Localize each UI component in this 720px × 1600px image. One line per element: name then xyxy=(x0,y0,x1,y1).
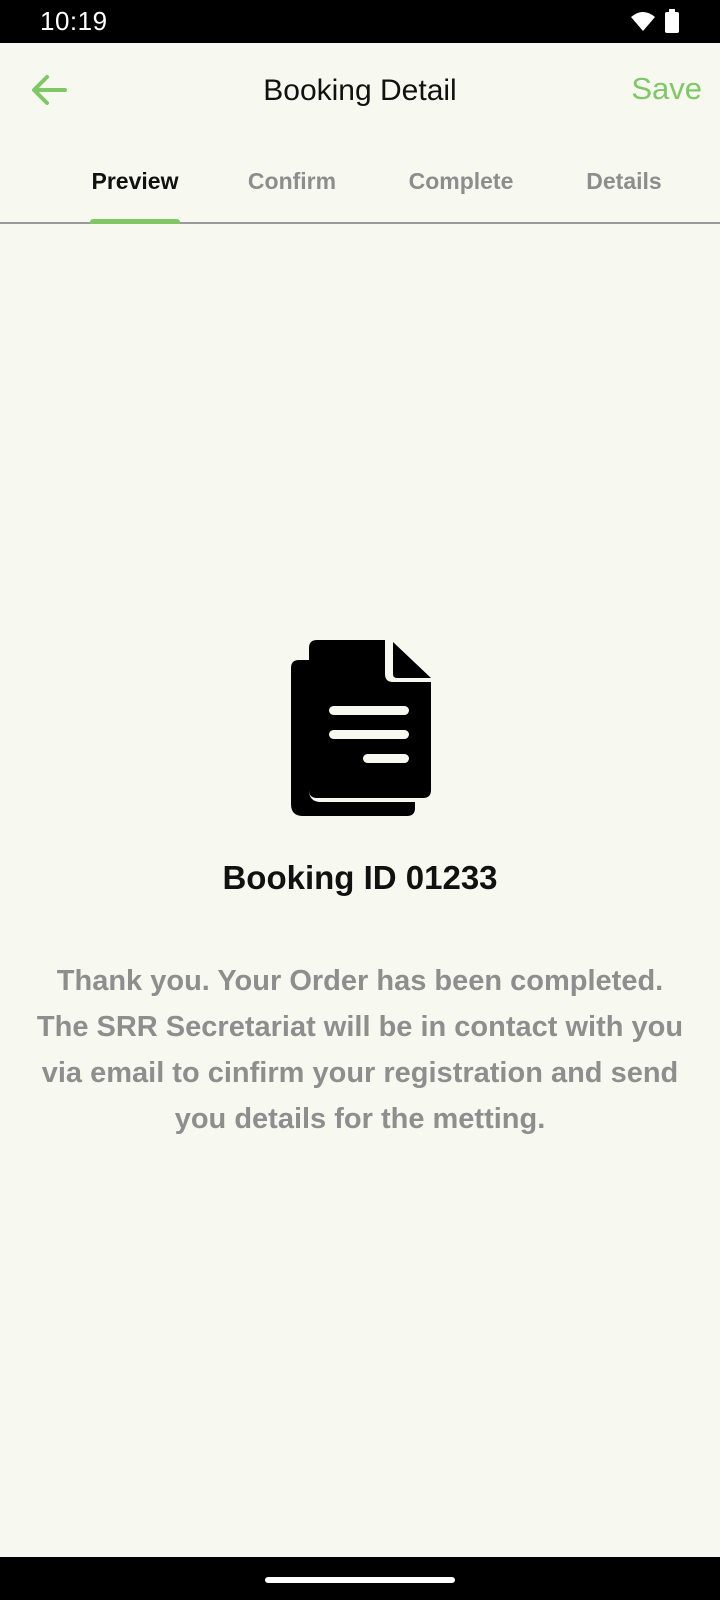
tab-label: Complete xyxy=(408,168,514,194)
battery-icon xyxy=(664,9,680,38)
tab-label: Preview xyxy=(91,168,179,194)
status-time: 10:19 xyxy=(40,6,108,36)
page-title: Booking Detail xyxy=(263,74,457,107)
status-icons xyxy=(630,9,680,38)
navigation-bar xyxy=(0,1557,720,1600)
booking-id: Booking ID 01233 xyxy=(222,859,498,896)
home-indicator[interactable] xyxy=(265,1577,455,1583)
tab-indicator xyxy=(90,219,180,224)
wifi-icon xyxy=(630,10,656,37)
document-copy-icon xyxy=(287,640,433,820)
tab-bar: Preview Confirm Complete Details xyxy=(0,141,720,224)
save-button[interactable]: Save xyxy=(631,71,702,107)
confirmation-message: Thank you. Your Order has been completed… xyxy=(36,965,684,1135)
tab-preview[interactable]: Preview xyxy=(90,141,180,224)
tab-label: Confirm xyxy=(247,168,337,194)
tab-confirm[interactable]: Confirm xyxy=(245,141,339,222)
status-bar: 10:19 xyxy=(0,0,720,43)
tab-details[interactable]: Details xyxy=(582,141,666,222)
tab-complete[interactable]: Complete xyxy=(405,141,517,222)
tab-label: Details xyxy=(586,168,662,194)
app-bar: Booking Detail Save xyxy=(0,43,720,141)
